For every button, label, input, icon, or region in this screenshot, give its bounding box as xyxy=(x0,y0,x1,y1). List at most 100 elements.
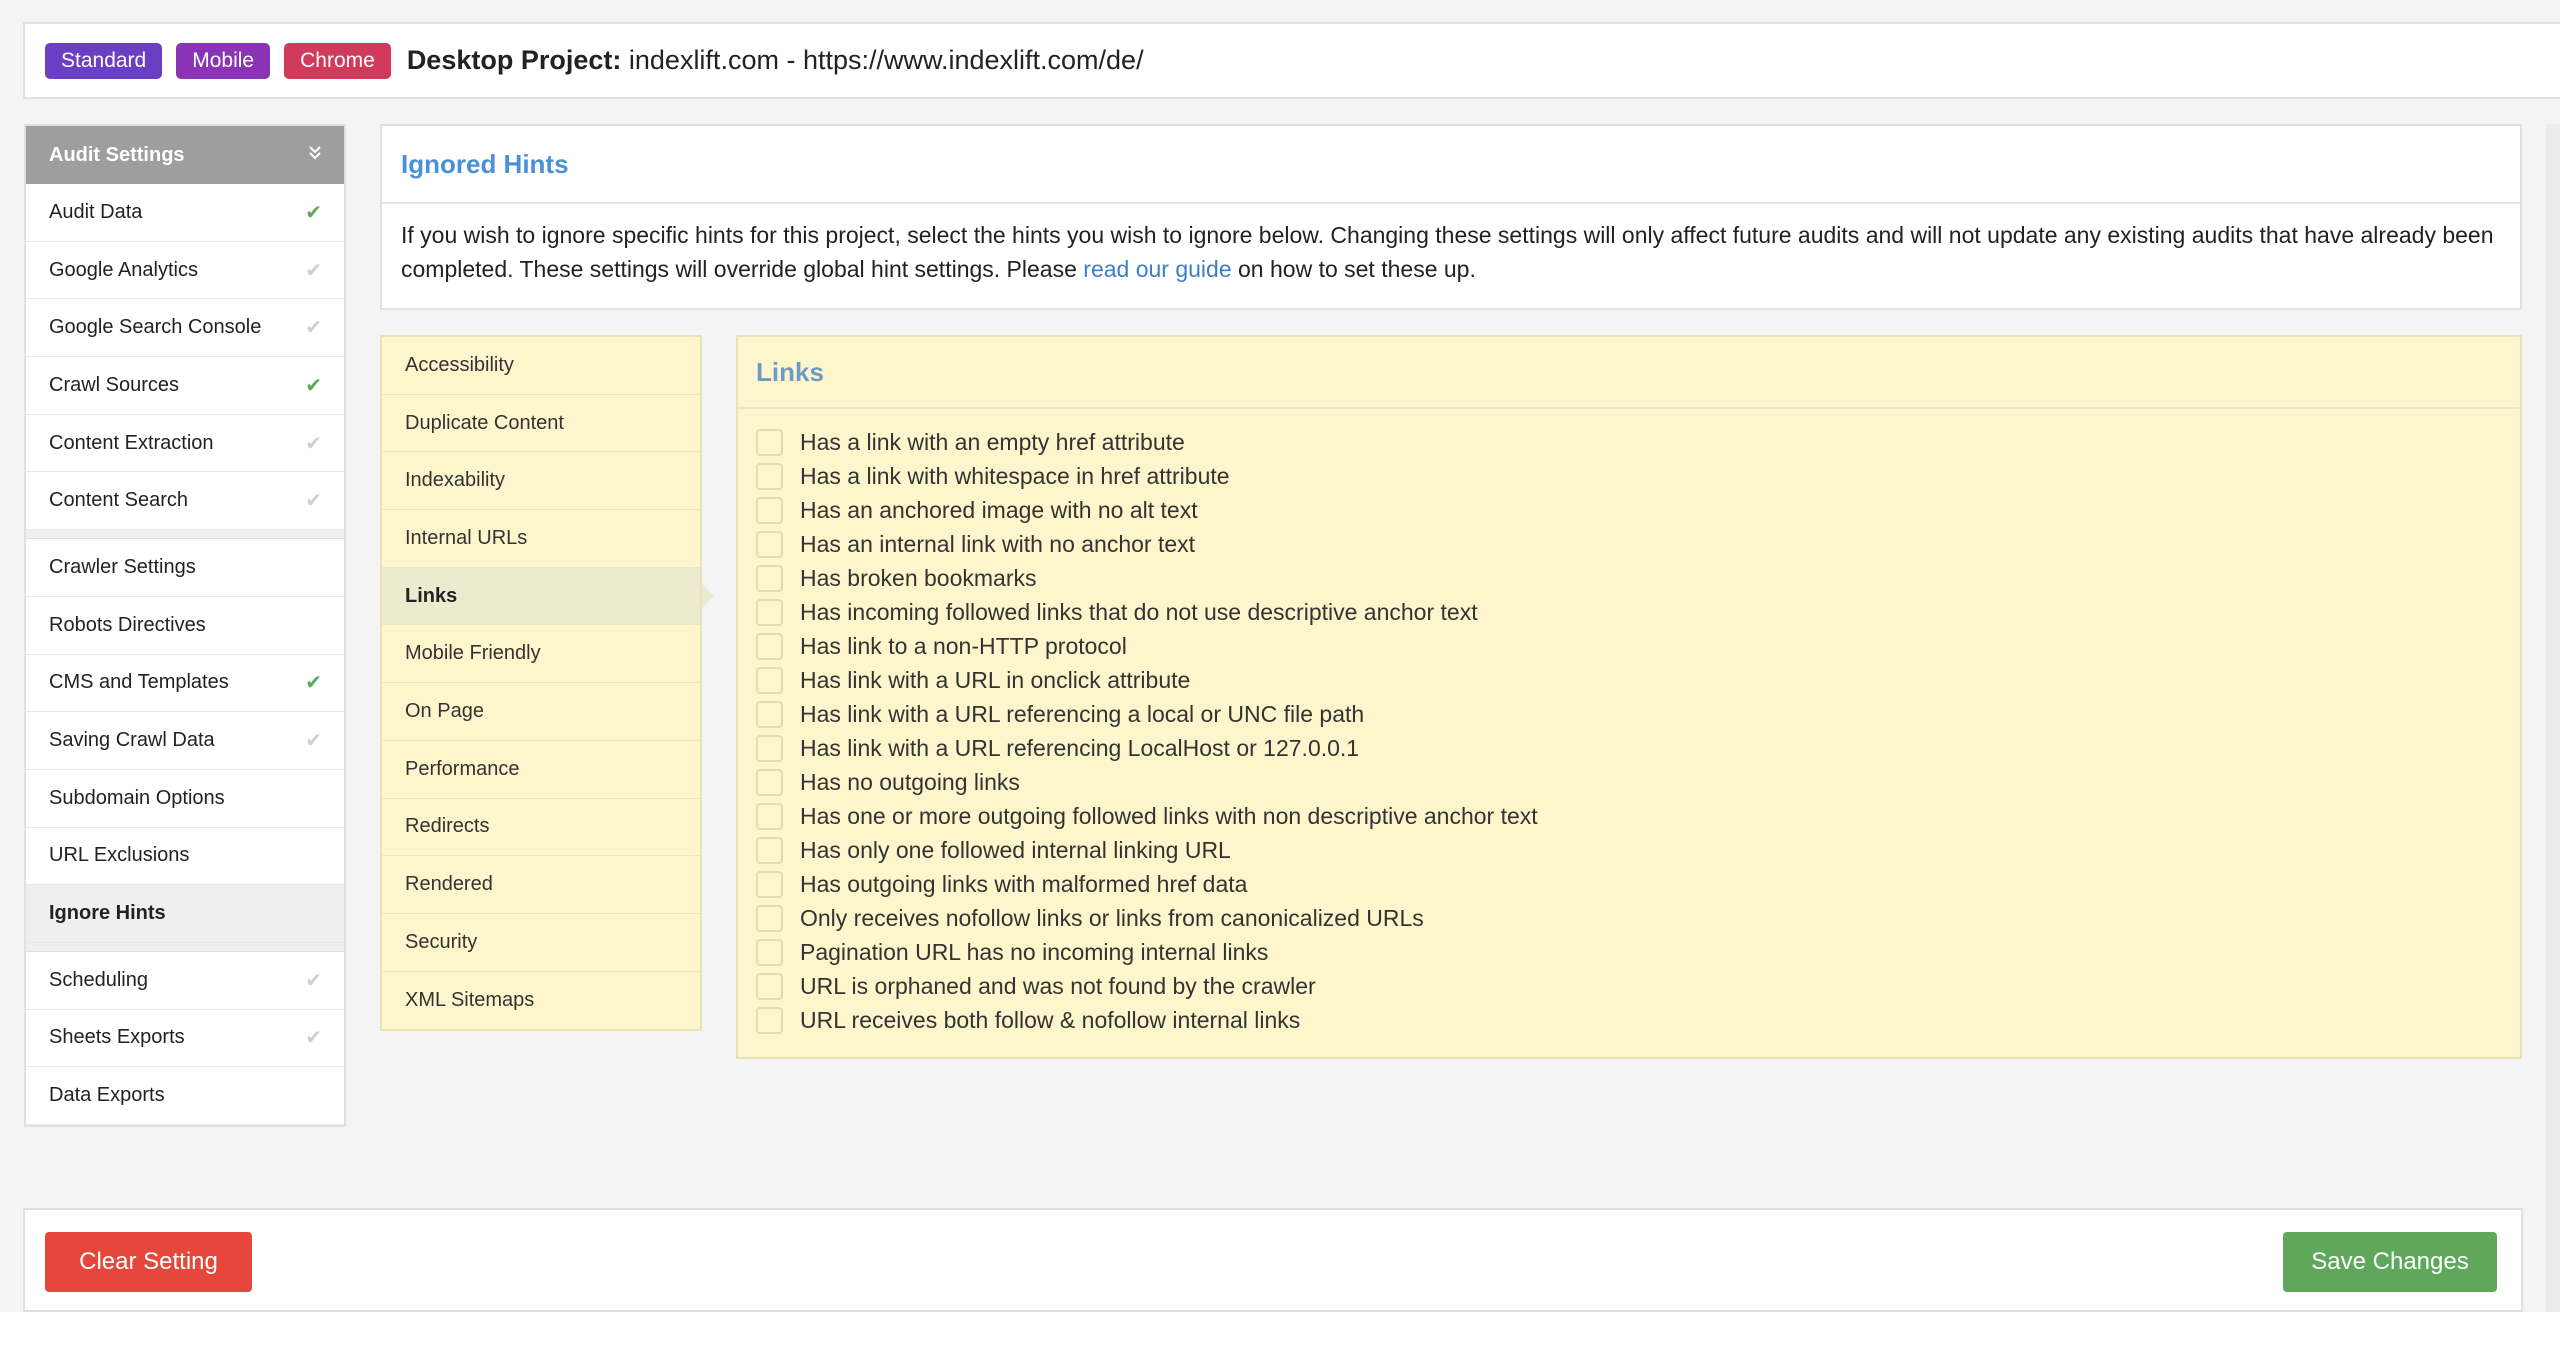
hint-checkbox[interactable] xyxy=(756,972,783,1000)
links-hints-panel: Links Has a link with an empty href attr… xyxy=(736,335,2522,1059)
hint-label: Has no outgoing links xyxy=(800,768,1020,795)
hint-row[interactable]: Has link with a URL referencing a local … xyxy=(756,697,2520,731)
category-redirects[interactable]: Redirects xyxy=(382,799,700,857)
sidebar-item-ignore-hints[interactable]: Ignore Hints xyxy=(26,885,344,943)
hint-checkbox[interactable] xyxy=(756,768,783,796)
sidebar-item-audit-data[interactable]: Audit Data ✔ xyxy=(26,184,344,242)
clear-setting-button[interactable]: Clear Setting xyxy=(45,1232,252,1292)
hint-row[interactable]: Has link with a URL in onclick attribute xyxy=(756,663,2520,697)
guide-link[interactable]: read our guide xyxy=(1083,256,1231,282)
hint-row[interactable]: Has incoming followed links that do not … xyxy=(756,595,2520,629)
hint-checkbox[interactable] xyxy=(756,734,783,762)
hint-checkbox[interactable] xyxy=(756,700,783,728)
hint-row[interactable]: URL receives both follow & nofollow inte… xyxy=(756,1003,2520,1037)
category-internal-urls[interactable]: Internal URLs xyxy=(382,510,700,568)
hint-label: Has an anchored image with no alt text xyxy=(800,496,1198,523)
hint-row[interactable]: Only receives nofollow links or links fr… xyxy=(756,901,2520,935)
sidebar-item-crawler-settings[interactable]: Crawler Settings xyxy=(26,539,344,597)
sidebar-item-label: Saving Crawl Data xyxy=(49,729,215,752)
hint-checkbox[interactable] xyxy=(756,666,783,694)
category-indexability[interactable]: Indexability xyxy=(382,452,700,511)
hint-row[interactable]: Pagination URL has no incoming internal … xyxy=(756,935,2520,969)
sidebar-item-google-analytics[interactable]: Google Analytics ✔ xyxy=(26,242,344,300)
bottom-strip xyxy=(0,1312,2560,1365)
check-icon: ✔ xyxy=(305,969,322,992)
hint-row[interactable]: Has link to a non-HTTP protocol xyxy=(756,629,2520,663)
hint-checkbox[interactable] xyxy=(756,428,783,456)
audit-settings-sidebar: Audit Settings Audit Data ✔ Google Analyti… xyxy=(24,124,346,1127)
sidebar-item-label: Data Exports xyxy=(49,1084,165,1107)
category-xml-sitemaps[interactable]: XML Sitemaps xyxy=(382,972,700,1030)
sidebar-item-content-extraction[interactable]: Content Extraction ✔ xyxy=(26,415,344,473)
hint-checkbox[interactable] xyxy=(756,836,783,864)
check-icon: ✔ xyxy=(305,672,322,695)
sidebar-item-label: Crawl Sources xyxy=(49,373,180,396)
category-mobile-friendly[interactable]: Mobile Friendly xyxy=(382,625,700,684)
category-accessibility[interactable]: Accessibility xyxy=(382,337,700,395)
category-security[interactable]: Security xyxy=(382,914,700,972)
hint-checkbox[interactable] xyxy=(756,462,783,490)
tag-mobile[interactable]: Mobile xyxy=(176,42,271,79)
panel-description: If you wish to ignore specific hints for… xyxy=(382,204,2520,286)
check-icon: ✔ xyxy=(305,201,322,224)
category-rendered[interactable]: Rendered xyxy=(382,856,700,914)
hint-checkbox[interactable] xyxy=(756,870,783,898)
sidebar-item-label: Content Extraction xyxy=(49,431,214,454)
sidebar-item-sheets-exports[interactable]: Sheets Exports ✔ xyxy=(26,1010,344,1068)
hint-row[interactable]: Has a link with whitespace in href attri… xyxy=(756,459,2520,493)
hint-checkbox[interactable] xyxy=(756,938,783,966)
sidebar-header[interactable]: Audit Settings xyxy=(26,126,344,184)
footer-bar: Clear Setting Save Changes xyxy=(23,1208,2523,1312)
hint-row[interactable]: Has a link with an empty href attribute xyxy=(756,425,2520,459)
hint-checkbox[interactable] xyxy=(756,564,783,592)
tag-standard[interactable]: Standard xyxy=(45,42,163,79)
project-label: Desktop Project: xyxy=(406,45,622,75)
sidebar-item-crawl-sources[interactable]: Crawl Sources ✔ xyxy=(26,357,344,415)
hint-checkbox[interactable] xyxy=(756,598,783,626)
hint-row[interactable]: Has an anchored image with no alt text xyxy=(756,493,2520,527)
category-on-page[interactable]: On Page xyxy=(382,683,700,741)
sidebar-item-label: Google Analytics xyxy=(49,258,198,281)
sidebar-item-label: Google Search Console xyxy=(49,316,262,339)
check-icon: ✔ xyxy=(305,490,322,513)
sidebar-item-label: CMS and Templates xyxy=(49,671,229,694)
hint-checkbox[interactable] xyxy=(756,496,783,524)
sidebar-item-saving-crawl-data[interactable]: Saving Crawl Data ✔ xyxy=(26,712,344,770)
sidebar-item-label: Crawler Settings xyxy=(49,555,196,578)
hint-row[interactable]: Has outgoing links with malformed href d… xyxy=(756,867,2520,901)
sidebar-item-content-search[interactable]: Content Search ✔ xyxy=(26,472,344,531)
check-icon: ✔ xyxy=(305,259,322,282)
hint-row[interactable]: Has one or more outgoing followed links … xyxy=(756,799,2520,833)
hint-checkbox[interactable] xyxy=(756,802,783,830)
tag-chrome[interactable]: Chrome xyxy=(284,42,391,79)
hint-row[interactable]: Has no outgoing links xyxy=(756,765,2520,799)
hint-row[interactable]: Has link with a URL referencing LocalHos… xyxy=(756,731,2520,765)
hint-row[interactable]: Has an internal link with no anchor text xyxy=(756,527,2520,561)
category-links[interactable]: Links xyxy=(382,567,700,626)
sidebar-item-robots-directives[interactable]: Robots Directives xyxy=(26,597,344,655)
sidebar-item-url-exclusions[interactable]: URL Exclusions xyxy=(26,828,344,886)
hint-checkbox[interactable] xyxy=(756,904,783,932)
category-duplicate-content[interactable]: Duplicate Content xyxy=(382,395,700,453)
hint-label: Has outgoing links with malformed href d… xyxy=(800,870,1248,897)
save-changes-button[interactable]: Save Changes xyxy=(2283,1232,2497,1292)
hint-row[interactable]: Has only one followed internal linking U… xyxy=(756,833,2520,867)
hint-label: Has link to a non-HTTP protocol xyxy=(800,632,1127,659)
sidebar-item-subdomain-options[interactable]: Subdomain Options xyxy=(26,770,344,828)
hint-row[interactable]: Has broken bookmarks xyxy=(756,561,2520,595)
hint-checkbox[interactable] xyxy=(756,530,783,558)
sidebar-item-cms-and-templates[interactable]: CMS and Templates ✔ xyxy=(26,655,344,713)
check-icon: ✔ xyxy=(305,317,322,340)
hint-checkbox[interactable] xyxy=(756,1006,783,1034)
vertical-scrollbar[interactable] xyxy=(2546,124,2560,1312)
hint-row[interactable]: URL is orphaned and was not found by the… xyxy=(756,969,2520,1003)
sidebar-item-data-exports[interactable]: Data Exports xyxy=(26,1067,344,1125)
category-performance[interactable]: Performance xyxy=(382,741,700,799)
sidebar-item-label: Robots Directives xyxy=(49,613,206,636)
double-chevron-down-icon[interactable] xyxy=(308,144,322,167)
sidebar-item-google-search-console[interactable]: Google Search Console ✔ xyxy=(26,299,344,358)
hint-label: Has one or more outgoing followed links … xyxy=(800,802,1538,829)
check-icon: ✔ xyxy=(305,1027,322,1050)
hint-checkbox[interactable] xyxy=(756,632,783,660)
sidebar-item-scheduling[interactable]: Scheduling ✔ xyxy=(26,952,344,1010)
